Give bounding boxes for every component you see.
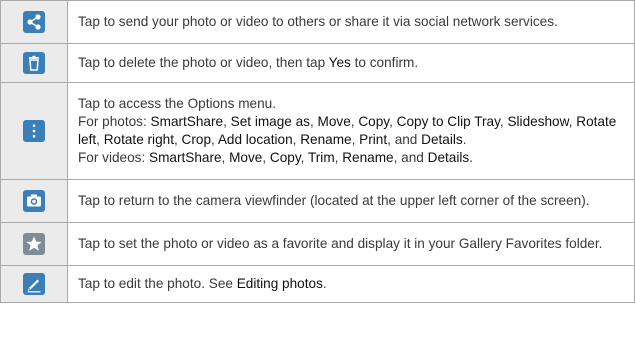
- option-term: Rotate right: [103, 132, 174, 147]
- option-term: Add location: [217, 132, 293, 147]
- option-term: Details: [427, 150, 470, 165]
- text-segment: .: [469, 150, 473, 165]
- trash-icon: [23, 52, 45, 74]
- videos-options-list: SmartShare, Move, Copy, Trim, Rename, an…: [149, 150, 473, 165]
- option-term: Details: [421, 132, 463, 147]
- text-segment: ,: [211, 132, 218, 147]
- option-term: Slideshow: [507, 114, 569, 129]
- option-term: Copy: [269, 150, 301, 165]
- option-term: Trim: [307, 150, 335, 165]
- text-segment: to confirm.: [350, 55, 419, 70]
- editing-photos-term: Editing photos: [236, 276, 323, 291]
- row-description: Tap to delete the photo or video, then t…: [67, 43, 635, 83]
- text-segment: and: [394, 132, 422, 147]
- text-segment: .: [322, 276, 327, 291]
- table-row-options: Tap to access the Options menu. For phot…: [0, 82, 635, 180]
- table-row-delete: Tap to delete the photo or video, then t…: [0, 43, 635, 83]
- text-segment: For photos:: [78, 114, 151, 129]
- icon-cell: [0, 82, 68, 180]
- edit-pencil-icon: [23, 273, 45, 295]
- text-segment: ,: [221, 150, 230, 165]
- text-segment: ,: [173, 132, 182, 147]
- row-description: Tap to return to the camera viewfinder (…: [67, 179, 635, 223]
- icon-cell: [0, 222, 68, 266]
- icon-cell: [0, 179, 68, 223]
- option-term: Copy: [358, 114, 390, 129]
- camera-icon: [23, 190, 45, 212]
- text-segment: ,: [309, 114, 318, 129]
- row-description: Tap to set the photo or video as a favor…: [67, 222, 635, 266]
- star-icon: [23, 233, 45, 255]
- text-segment: ,: [262, 150, 270, 165]
- options-photos: For photos: SmartShare, Set image as, Mo…: [78, 113, 625, 149]
- share-icon: [23, 11, 45, 33]
- options-intro: Tap to access the Options menu.: [78, 96, 276, 111]
- table-row-favorite: Tap to set the photo or video as a favor…: [0, 222, 635, 266]
- text-segment: For videos:: [78, 150, 150, 165]
- overflow-menu-icon: [23, 120, 45, 142]
- table-row-camera: Tap to return to the camera viewfinder (…: [0, 179, 635, 223]
- option-term: Rename: [342, 150, 394, 165]
- text-segment: Tap to delete the photo or video, then t…: [78, 55, 329, 70]
- row-description: Tap to send your photo or video to other…: [67, 0, 635, 44]
- option-term: Move: [317, 114, 351, 129]
- icon-cell: [0, 265, 68, 303]
- option-term: Set image as: [230, 114, 310, 129]
- text-segment: ,: [96, 132, 104, 147]
- yes-term: Yes: [328, 55, 351, 70]
- option-term: Rename: [300, 132, 352, 147]
- text-segment: ,: [387, 132, 395, 147]
- option-term: SmartShare: [150, 114, 224, 129]
- options-videos: For videos: SmartShare, Move, Copy, Trim…: [78, 149, 625, 167]
- option-term: Move: [229, 150, 263, 165]
- table-row-share: Tap to send your photo or video to other…: [0, 0, 635, 44]
- text-segment: and: [401, 150, 428, 165]
- table-row-edit: Tap to edit the photo. See Editing photo…: [0, 265, 635, 303]
- photos-options-list: SmartShare, Set image as, Move, Copy, Co…: [78, 114, 616, 147]
- icon-cell: [0, 43, 68, 83]
- text-segment: .: [462, 132, 467, 147]
- text-segment: ,: [300, 150, 308, 165]
- icon-cell: [0, 0, 68, 44]
- text-segment: ,: [389, 114, 397, 129]
- option-term: SmartShare: [149, 150, 222, 165]
- text-segment: Tap to edit the photo. See: [78, 276, 237, 291]
- option-term: Print: [359, 132, 388, 147]
- gallery-icons-table: Tap to send your photo or video to other…: [0, 0, 635, 303]
- option-term: Crop: [181, 132, 212, 147]
- option-term: Copy to Clip Tray: [396, 114, 500, 129]
- row-description: Tap to edit the photo. See Editing photo…: [67, 265, 635, 303]
- row-description: Tap to access the Options menu. For phot…: [67, 82, 635, 180]
- text-segment: ,: [223, 114, 231, 129]
